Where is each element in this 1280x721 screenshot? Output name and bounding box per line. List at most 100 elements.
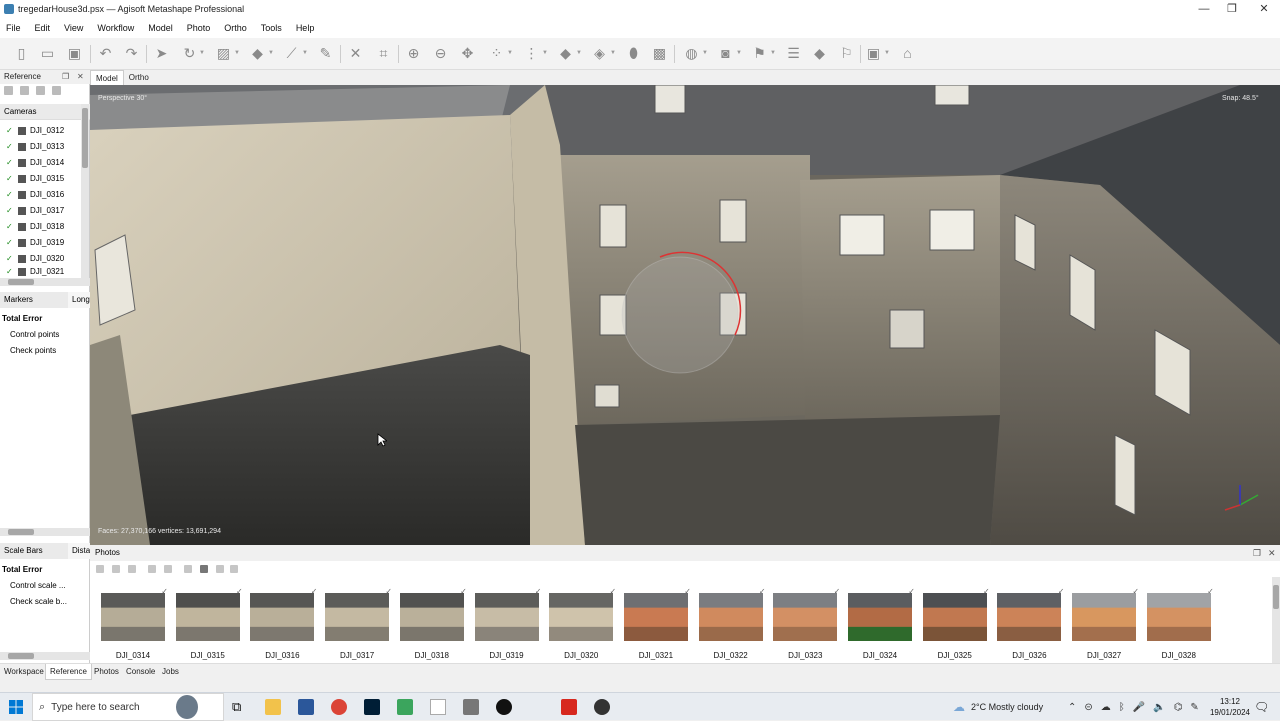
photo-thumbnail[interactable]: ✓ DJI_0314	[98, 587, 168, 663]
markers-hscrollbar[interactable]	[0, 528, 90, 536]
dots-icon[interactable]: ⋮	[524, 46, 539, 61]
tab-reference[interactable]: Reference	[45, 664, 92, 680]
globe-icon[interactable]: ◍	[684, 46, 699, 61]
rotate-left-icon[interactable]	[148, 565, 156, 573]
new-icon[interactable]: ▯	[14, 46, 29, 61]
camera-row[interactable]: ✓ DJI_0314	[0, 155, 82, 171]
check-icon[interactable]: ✓	[6, 191, 14, 199]
grid-icon[interactable]: ⁘	[489, 46, 504, 61]
check-icon[interactable]: ✓	[1058, 587, 1065, 596]
scrollbar-thumb[interactable]	[8, 529, 34, 535]
chevron-down-icon[interactable]: ▼	[234, 50, 240, 56]
export-icon[interactable]	[20, 86, 29, 95]
zoom-in-icon[interactable]: ⊕	[406, 46, 421, 61]
check-icon[interactable]: ✓	[834, 587, 841, 596]
chevron-down-icon[interactable]: ▼	[302, 50, 308, 56]
word-icon[interactable]	[298, 699, 314, 715]
marker-icon[interactable]: ⚑	[752, 46, 767, 61]
check-icon[interactable]: ✓	[311, 587, 318, 596]
check-icon[interactable]: ✓	[6, 175, 14, 183]
longitude-tab[interactable]: Long	[68, 292, 90, 308]
convert-icon[interactable]	[36, 86, 45, 95]
menu-view[interactable]: View	[64, 23, 83, 33]
scalebars-hscrollbar[interactable]	[0, 652, 90, 660]
brush-icon[interactable]: ⬮	[626, 46, 641, 61]
scrollbar-thumb[interactable]	[82, 108, 88, 168]
rotate-right-icon[interactable]	[164, 565, 172, 573]
chevron-down-icon[interactable]: ▼	[507, 50, 513, 56]
check-icon[interactable]: ✓	[6, 268, 14, 276]
menu-ortho[interactable]: Ortho	[224, 23, 247, 33]
chevron-down-icon[interactable]: ▼	[268, 50, 274, 56]
float-icon[interactable]: ❐	[1253, 545, 1261, 561]
tab-jobs[interactable]: Jobs	[158, 664, 183, 680]
chevron-down-icon[interactable]: ▼	[702, 50, 708, 56]
settings-icon[interactable]	[52, 86, 61, 95]
photo-thumbnail[interactable]: ✓ DJI_0318	[397, 587, 467, 663]
file-explorer-icon[interactable]	[265, 699, 281, 715]
camera-row[interactable]: ✓ DJI_0321	[0, 267, 82, 277]
grid-view-icon[interactable]	[216, 565, 224, 573]
cameras-section-header[interactable]: Cameras	[0, 104, 90, 120]
cameras-hscrollbar[interactable]	[0, 278, 90, 286]
check-icon[interactable]: ✓	[1132, 587, 1139, 596]
menu-edit[interactable]: Edit	[35, 23, 51, 33]
cameras-scrollbar[interactable]	[81, 104, 89, 278]
tab-console[interactable]: Console	[122, 664, 159, 680]
close-button[interactable]: ✕	[1248, 0, 1280, 18]
photo-thumbnail[interactable]: ✓ DJI_0325	[920, 587, 990, 663]
pen-icon[interactable]: ✎	[1190, 702, 1198, 713]
check-icon[interactable]: ✓	[6, 255, 14, 263]
open-icon[interactable]: ▭	[40, 46, 55, 61]
eraser-icon[interactable]: ✎	[318, 46, 333, 61]
photoshop-icon[interactable]	[364, 699, 380, 715]
chevron-up-icon[interactable]: ⌃	[1068, 702, 1076, 713]
check-icon[interactable]: ✓	[161, 587, 168, 596]
delete-icon[interactable]	[128, 565, 136, 573]
check-icon[interactable]: ✓	[684, 587, 691, 596]
photo-thumbnail[interactable]: ✓ DJI_0327	[1069, 587, 1139, 663]
reset-icon[interactable]	[96, 565, 104, 573]
camera-row[interactable]: ✓ DJI_0313	[0, 139, 82, 155]
camera-row[interactable]: ✓ DJI_0319	[0, 235, 82, 251]
check-icon[interactable]: ✓	[535, 587, 542, 596]
polygon-icon[interactable]: ◈	[592, 46, 607, 61]
move-icon[interactable]: ✥	[460, 46, 475, 61]
network-icon[interactable]: ⌬	[1174, 702, 1183, 713]
check-icon[interactable]: ✓	[385, 587, 392, 596]
menu-workflow[interactable]: Workflow	[97, 23, 134, 33]
camera-row[interactable]: ✓ DJI_0316	[0, 187, 82, 203]
camera-icon[interactable]: ◙	[718, 46, 733, 61]
scrollbar-thumb[interactable]	[8, 279, 34, 285]
tab-ortho[interactable]: Ortho	[124, 70, 154, 85]
notepad-icon[interactable]	[430, 699, 446, 715]
photo-thumbnail[interactable]: ✓ DJI_0316	[247, 587, 317, 663]
scanner-icon[interactable]	[463, 699, 479, 715]
check-icon[interactable]: ✓	[6, 239, 14, 247]
check-icon[interactable]: ✓	[6, 207, 14, 215]
photo-thumbnail[interactable]: ✓ DJI_0328	[1144, 587, 1214, 663]
check-points-item[interactable]: Check points	[10, 346, 56, 355]
photo-thumbnail[interactable]: ✓ DJI_0321	[621, 587, 691, 663]
task-view-icon[interactable]: ⧉	[232, 699, 248, 715]
photo-thumbnail[interactable]: ✓ DJI_0317	[322, 587, 392, 663]
restore-button[interactable]: ❐	[1216, 0, 1248, 18]
lasso-icon[interactable]: ◆	[250, 46, 265, 61]
markers-tab[interactable]: Markers	[0, 292, 68, 308]
menu-file[interactable]: File	[6, 23, 21, 33]
close-icon[interactable]: ✕	[1268, 545, 1276, 561]
metashape-taskbar-icon[interactable]	[397, 699, 413, 715]
list-icon[interactable]: ☰	[786, 46, 801, 61]
chevron-down-icon[interactable]: ▼	[199, 50, 205, 56]
control-scale-item[interactable]: Control scale ...	[10, 581, 66, 590]
redo-icon[interactable]: ↷	[124, 46, 139, 61]
chevron-down-icon[interactable]: ▼	[542, 50, 548, 56]
chevron-down-icon[interactable]: ▼	[770, 50, 776, 56]
photo-thumbnail[interactable]: ✓ DJI_0319	[472, 587, 542, 663]
check-icon[interactable]: ✓	[6, 127, 14, 135]
photo-thumbnail[interactable]: ✓ DJI_0322	[696, 587, 766, 663]
delete-icon[interactable]: ✕	[348, 46, 363, 61]
notifications-icon[interactable]: 🗨	[1254, 699, 1270, 715]
menu-tools[interactable]: Tools	[261, 23, 282, 33]
photo-thumbnail[interactable]: ✓ DJI_0315	[173, 587, 243, 663]
